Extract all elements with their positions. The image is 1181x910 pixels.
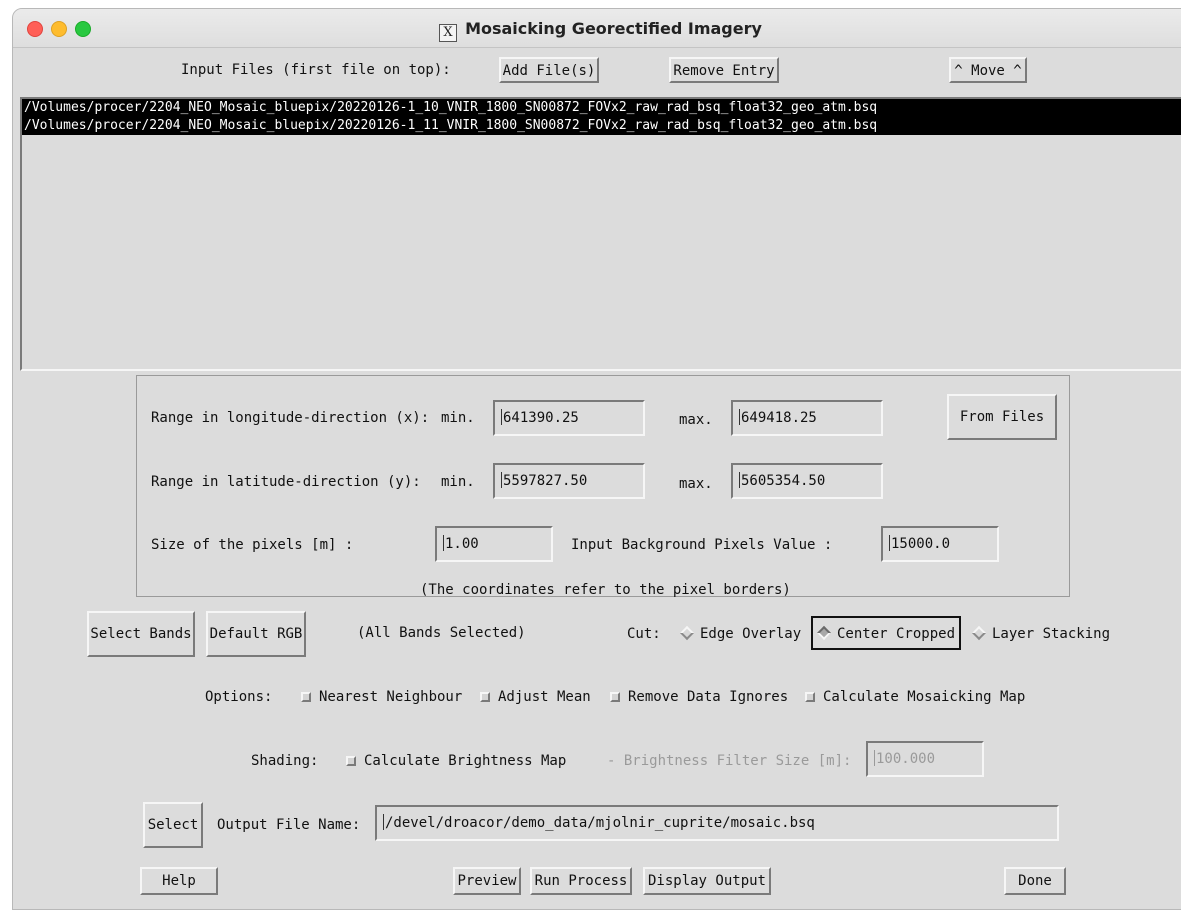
move-up-button[interactable]: ^ Move ^ — [949, 57, 1027, 83]
radio-diamond-icon — [971, 625, 987, 641]
pixel-size-label: Size of the pixels [m] : — [151, 537, 354, 553]
lon-max-input[interactable]: 649418.25 — [731, 400, 883, 436]
shading-label: Shading: — [251, 753, 319, 769]
checkbox-icon — [346, 756, 356, 766]
file-list-item[interactable]: /Volumes/procer/2204_NEO_Mosaic_bluepix/… — [22, 117, 1181, 135]
background-value-label: Input Background Pixels Value : — [571, 537, 833, 553]
main-window: X Mosaicking Georectified Imagery Input F… — [12, 8, 1181, 910]
add-files-button[interactable]: Add File(s) — [499, 57, 599, 83]
default-rgb-button[interactable]: Default RGB — [206, 611, 306, 657]
select-bands-button[interactable]: Select Bands — [87, 611, 195, 657]
lat-max-input[interactable]: 5605354.50 — [731, 463, 883, 499]
input-files-list[interactable]: /Volumes/procer/2204_NEO_Mosaic_bluepix/… — [20, 97, 1181, 371]
checkbox-icon — [610, 692, 620, 702]
lon-min-input[interactable]: 641390.25 — [493, 400, 645, 436]
lon-min-label: min. — [441, 410, 475, 426]
input-files-label: Input Files (first file on top): — [181, 62, 451, 78]
background-value-input[interactable]: 15000.0 — [881, 526, 999, 562]
checkbox-icon — [805, 692, 815, 702]
bands-status: (All Bands Selected) — [357, 625, 526, 641]
brightness-filter-size-label: - Brightness Filter Size [m]: — [607, 753, 852, 769]
nearest-neighbour-checkbox[interactable]: Nearest Neighbour — [301, 689, 462, 705]
remove-data-ignores-checkbox[interactable]: Remove Data Ignores — [610, 689, 788, 705]
coordinates-note: (The coordinates refer to the pixel bord… — [420, 582, 791, 598]
x11-app-icon: X — [439, 24, 458, 42]
lat-min-label: min. — [441, 474, 475, 490]
cut-layer-stacking-radio[interactable]: Layer Stacking — [971, 625, 1110, 642]
checkbox-icon — [301, 692, 311, 702]
lon-max-label: max. — [679, 412, 713, 428]
checkbox-icon — [480, 692, 490, 702]
lat-range-label: Range in latitude-direction (y): — [151, 474, 421, 490]
preview-button[interactable]: Preview — [453, 867, 521, 895]
radio-diamond-selected-icon — [816, 625, 832, 641]
window-title-text: Mosaicking Georectified Imagery — [465, 19, 762, 38]
radio-diamond-icon — [679, 625, 695, 641]
cut-edge-overlay-radio[interactable]: Edge Overlay — [679, 625, 801, 642]
lon-range-label: Range in longitude-direction (x): — [151, 410, 430, 426]
output-file-name-label: Output File Name: — [217, 817, 361, 833]
from-files-button[interactable]: From Files — [947, 394, 1057, 440]
output-file-name-input[interactable]: /devel/droacor/demo_data/mjolnir_cuprite… — [375, 805, 1059, 841]
run-process-button[interactable]: Run Process — [530, 867, 632, 895]
pixel-size-input[interactable]: 1.00 — [435, 526, 553, 562]
done-button[interactable]: Done — [1004, 867, 1066, 895]
help-button[interactable]: Help — [140, 867, 218, 895]
title-bar: X Mosaicking Georectified Imagery — [13, 9, 1181, 48]
lat-max-label: max. — [679, 476, 713, 492]
range-panel: Range in longitude-direction (x): min. 6… — [136, 375, 1070, 598]
brightness-filter-size-input[interactable]: 100.000 — [866, 741, 984, 777]
options-label: Options: — [205, 689, 273, 705]
select-output-button[interactable]: Select — [143, 802, 203, 848]
cut-center-cropped-radio[interactable]: Center Cropped — [811, 616, 961, 650]
window-title: X Mosaicking Georectified Imagery — [13, 19, 1181, 42]
calculate-brightness-map-checkbox[interactable]: Calculate Brightness Map — [346, 753, 566, 769]
display-output-button[interactable]: Display Output — [643, 867, 771, 895]
calculate-mosaicking-map-checkbox[interactable]: Calculate Mosaicking Map — [805, 689, 1025, 705]
file-list-item[interactable]: /Volumes/procer/2204_NEO_Mosaic_bluepix/… — [22, 99, 1181, 117]
lat-min-input[interactable]: 5597827.50 — [493, 463, 645, 499]
cut-label: Cut: — [627, 626, 661, 642]
adjust-mean-checkbox[interactable]: Adjust Mean — [480, 689, 591, 705]
remove-entry-button[interactable]: Remove Entry — [669, 57, 779, 83]
